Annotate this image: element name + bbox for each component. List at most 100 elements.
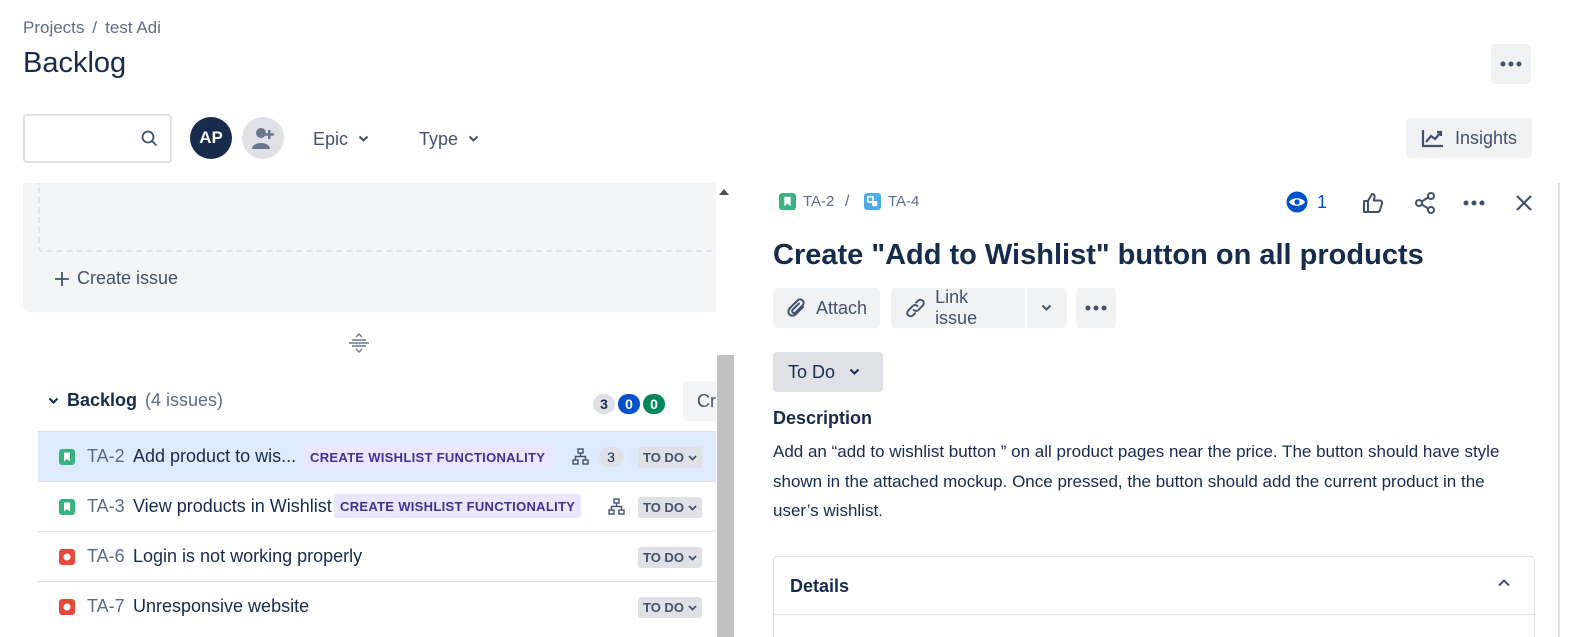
- parent-issue-link[interactable]: TA-2: [779, 193, 834, 210]
- child-count-badge: 3: [599, 447, 623, 467]
- paperclip-icon: [787, 298, 805, 317]
- avatar[interactable]: AP: [190, 117, 232, 159]
- scroll-up-arrow[interactable]: [719, 189, 729, 195]
- issue-summary[interactable]: Unresponsive website: [133, 596, 309, 617]
- table-row[interactable]: TA-6 Login is not working properly TO DO: [38, 531, 716, 581]
- chevron-down-icon: [849, 368, 860, 375]
- eye-icon: [1286, 191, 1308, 213]
- plus-icon: [55, 271, 69, 286]
- breadcrumb-separator: /: [92, 18, 98, 37]
- current-issue-link[interactable]: TA-4: [864, 193, 919, 210]
- link-icon: [906, 298, 925, 318]
- chevron-down-icon: [688, 504, 697, 511]
- watch-count: 1: [1317, 191, 1328, 212]
- breadcrumb: Projects / test Adi: [23, 18, 161, 38]
- watch-button[interactable]: 1: [1285, 191, 1327, 213]
- link-issue-button[interactable]: Link issue: [891, 287, 1025, 328]
- resize-handle[interactable]: [348, 333, 370, 358]
- search-icon: [141, 130, 158, 147]
- story-icon: [779, 193, 796, 210]
- drag-handle-icon: [349, 333, 369, 353]
- details-heading[interactable]: Details: [790, 576, 849, 597]
- status-label: TO DO: [643, 550, 684, 565]
- attach-button[interactable]: Attach: [773, 288, 881, 328]
- like-button[interactable]: [1359, 189, 1387, 217]
- chevron-down-icon: [688, 554, 697, 561]
- todo-count-badge: 3: [593, 394, 615, 414]
- link-issue-dropdown[interactable]: [1027, 288, 1067, 328]
- issue-key[interactable]: TA-3: [87, 496, 125, 517]
- thumbs-up-icon: [1363, 193, 1384, 213]
- issue-key[interactable]: TA-6: [87, 546, 125, 567]
- details-divider: [774, 614, 1534, 615]
- description-text[interactable]: Add an “add to wishlist button ” on all …: [773, 437, 1533, 526]
- scrollbar-thumb[interactable]: [717, 355, 734, 637]
- share-icon: [1415, 192, 1435, 214]
- issue-summary[interactable]: View products in Wishlist: [133, 496, 332, 517]
- epic-filter[interactable]: Epic: [313, 122, 369, 156]
- search-input[interactable]: [23, 114, 172, 163]
- status-transition-button[interactable]: To Do: [773, 352, 883, 392]
- chart-line-icon: [1421, 130, 1443, 148]
- bug-icon: [59, 549, 75, 565]
- breadcrumb-projects[interactable]: Projects: [23, 18, 84, 38]
- backlog-section-header[interactable]: Backlog (4 issues): [48, 390, 223, 411]
- close-button[interactable]: [1510, 189, 1538, 217]
- description-label: Description: [773, 408, 873, 428]
- details-panel: [773, 556, 1535, 637]
- issue-title[interactable]: Create "Add to Wishlist" button on all p…: [773, 239, 1424, 272]
- breadcrumb-separator: /: [845, 193, 850, 210]
- story-icon: [59, 449, 75, 465]
- status-dropdown[interactable]: TO DO: [638, 447, 702, 468]
- sprint-drop-zone: [38, 183, 728, 252]
- status-dropdown[interactable]: TO DO: [638, 497, 702, 518]
- attach-label: Attach: [816, 297, 868, 318]
- status-label: TO DO: [643, 500, 684, 515]
- status-dropdown[interactable]: TO DO: [638, 597, 702, 618]
- create-issue-button[interactable]: Create issue: [55, 268, 178, 289]
- page-title: Backlog: [23, 47, 127, 79]
- add-people-button[interactable]: [242, 117, 284, 159]
- backlog-panel: Create issue Backlog (4 issues) 3 0 0 Cr…: [0, 183, 735, 637]
- chevron-down-icon: [688, 454, 697, 461]
- issue-summary[interactable]: Login is not working properly: [133, 546, 362, 567]
- more-actions-button[interactable]: [1460, 189, 1488, 217]
- bug-icon: [59, 599, 75, 615]
- close-icon: [1516, 195, 1532, 211]
- epic-lozenge[interactable]: CREATE WISHLIST FUNCTIONALITY: [334, 494, 582, 518]
- type-filter-label: Type: [419, 128, 459, 149]
- epic-filter-label: Epic: [313, 128, 349, 149]
- insights-label: Insights: [1454, 127, 1518, 148]
- create-issue-label: Create issue: [77, 268, 179, 288]
- issue-key[interactable]: TA-2: [87, 446, 125, 467]
- in-progress-count-badge: 0: [618, 394, 640, 414]
- chevron-up-icon[interactable]: [1497, 578, 1511, 588]
- status-label: TO DO: [643, 600, 684, 615]
- status-label: To Do: [788, 361, 836, 382]
- more-icon: [1500, 61, 1522, 67]
- subtask-icon: [864, 193, 881, 210]
- add-person-icon: [252, 128, 274, 149]
- table-row[interactable]: TA-2 Add product to wis... CREATE WISHLI…: [38, 431, 716, 481]
- chevron-down-icon: [468, 135, 479, 142]
- more-tools-button[interactable]: [1076, 288, 1116, 328]
- more-actions-button[interactable]: [1491, 44, 1531, 84]
- breadcrumb-project[interactable]: test Adi: [105, 18, 161, 38]
- table-row[interactable]: TA-7 Unresponsive website TO DO: [38, 581, 716, 631]
- chevron-down-icon: [1041, 304, 1052, 311]
- share-button[interactable]: [1411, 189, 1439, 217]
- status-label: TO DO: [643, 450, 684, 465]
- parent-issue-key: TA-2: [803, 193, 835, 210]
- issue-key[interactable]: TA-7: [87, 596, 125, 617]
- backlog-name: Backlog: [67, 390, 138, 410]
- insights-button[interactable]: Insights: [1406, 118, 1532, 158]
- more-icon: [1085, 305, 1107, 311]
- type-filter[interactable]: Type: [419, 122, 479, 156]
- story-icon: [59, 499, 75, 515]
- status-counters: 3 0 0: [593, 394, 665, 414]
- status-dropdown[interactable]: TO DO: [638, 547, 702, 568]
- panel-scrollbar[interactable]: [1558, 183, 1560, 637]
- issue-summary[interactable]: Add product to wis...: [133, 446, 296, 467]
- epic-lozenge[interactable]: CREATE WISHLIST FUNCTIONALITY: [304, 445, 552, 469]
- table-row[interactable]: TA-3 View products in Wishlist CREATE WI…: [38, 481, 716, 531]
